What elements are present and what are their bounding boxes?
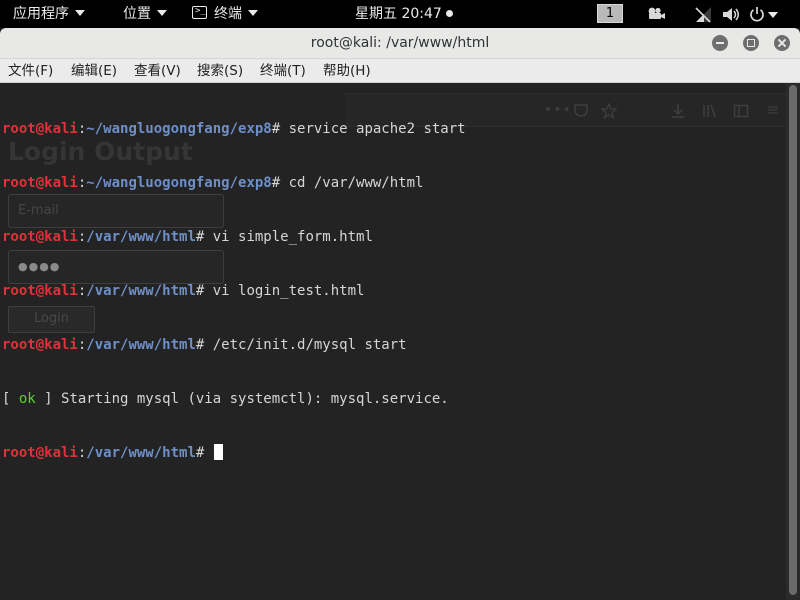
command-text: /etc/init.d/mysql start xyxy=(212,337,407,353)
video-camera-icon[interactable] xyxy=(647,6,665,22)
terminal-line: root@kali:/var/www/html# vi simple_form.… xyxy=(2,229,373,245)
terminal-line: root@kali:/var/www/html# vi login_test.h… xyxy=(2,283,365,299)
places-menu[interactable]: 位置 xyxy=(123,0,167,28)
prompt-path: /var/www/html xyxy=(86,445,196,461)
prompt-path: ~/wangluogongfang/exp8 xyxy=(86,121,272,137)
prompt-user: root@kali xyxy=(2,121,78,137)
window-titlebar[interactable]: root@kali: /var/www/html xyxy=(0,28,800,59)
menu-view[interactable]: 查看(V) xyxy=(134,59,181,83)
menu-edit[interactable]: 编辑(E) xyxy=(71,59,117,83)
close-button[interactable] xyxy=(774,35,790,51)
text-cursor xyxy=(213,444,223,460)
sidebar-icon xyxy=(733,104,749,118)
clock-text: 星期五 20:47 xyxy=(355,6,442,22)
terminal-line: root@kali:~/wangluogongfang/exp8# servic… xyxy=(2,121,466,137)
service-status-line: [ ok ] Starting mysql (via systemctl): m… xyxy=(2,390,466,408)
menu-bar: 文件(F) 编辑(E) 查看(V) 搜索(S) 终端(T) 帮助(H) xyxy=(0,59,800,83)
applications-label: 应用程序 xyxy=(13,6,69,22)
system-menu-chevron-icon[interactable] xyxy=(768,12,778,18)
terminal-line: root@kali:/var/www/html# /etc/init.d/mys… xyxy=(2,337,407,353)
status-bracket-open: [ xyxy=(2,391,19,407)
command-text: vi simple_form.html xyxy=(212,229,373,245)
terminal-app-label: 终端 xyxy=(214,6,242,22)
bookmark-star-icon xyxy=(601,103,617,119)
volume-icon[interactable] xyxy=(722,7,740,22)
download-icon xyxy=(672,104,684,118)
terminal-line: root@kali:~/wangluogongfang/exp8# cd /va… xyxy=(2,175,424,191)
power-icon[interactable] xyxy=(749,6,765,22)
library-icon xyxy=(703,104,716,118)
command-text: service apache2 start xyxy=(288,121,466,137)
status-ok: ok xyxy=(18,391,36,407)
menu-help[interactable]: 帮助(H) xyxy=(323,59,371,83)
window-title: root@kali: /var/www/html xyxy=(310,35,490,51)
pocket-icon xyxy=(574,104,588,117)
menu-search[interactable]: 搜索(S) xyxy=(197,59,243,83)
prompt-user: root@kali xyxy=(2,229,78,245)
applications-menu[interactable]: 应用程序 xyxy=(13,0,85,28)
status-message: Starting mysql (via systemctl): mysql.se… xyxy=(61,391,449,407)
terminal-scrollbar[interactable] xyxy=(786,83,800,600)
chevron-down-icon xyxy=(157,10,167,16)
workspace-indicator[interactable]: 1 xyxy=(597,4,623,23)
chevron-down-icon xyxy=(75,10,85,16)
command-text: cd /var/www/html xyxy=(288,175,424,191)
hamburger-menu-icon: ≡ xyxy=(766,100,780,119)
prompt-user: root@kali xyxy=(2,445,78,461)
terminal-output: root@kali:~/wangluogongfang/exp8# servic… xyxy=(2,84,466,498)
prompt-path: ~/wangluogongfang/exp8 xyxy=(86,175,272,191)
notification-dot-icon xyxy=(445,9,453,17)
chevron-down-icon xyxy=(248,10,258,16)
prompt-path: /var/www/html xyxy=(86,337,196,353)
prompt-path: /var/www/html xyxy=(86,229,196,245)
command-text: vi login_test.html xyxy=(212,283,365,299)
prompt-user: root@kali xyxy=(2,337,78,353)
terminal-app-menu[interactable]: >_ 终端 xyxy=(192,0,258,28)
top-panel: 应用程序 位置 >_ 终端 星期五 20:47 1 xyxy=(0,0,800,28)
menu-file[interactable]: 文件(F) xyxy=(8,59,53,83)
terminal-area[interactable]: ••• ≡ Login Output E-mail ●●●● Login roo… xyxy=(0,83,786,600)
status-bracket-close: ] xyxy=(35,391,62,407)
minimize-button[interactable] xyxy=(712,35,728,51)
scrollbar-thumb[interactable] xyxy=(789,85,797,595)
prompt-path: /var/www/html xyxy=(86,283,196,299)
prompt-user: root@kali xyxy=(2,175,78,191)
network-disabled-icon[interactable] xyxy=(695,6,712,23)
terminal-icon: >_ xyxy=(192,6,207,19)
more-icon: ••• xyxy=(544,102,572,118)
menu-terminal[interactable]: 终端(T) xyxy=(260,59,306,83)
places-label: 位置 xyxy=(123,6,151,22)
maximize-button[interactable] xyxy=(743,35,759,51)
prompt-user: root@kali xyxy=(2,283,78,299)
clock[interactable]: 星期五 20:47 xyxy=(355,0,453,28)
current-prompt-line[interactable]: root@kali:/var/www/html# xyxy=(2,444,466,462)
